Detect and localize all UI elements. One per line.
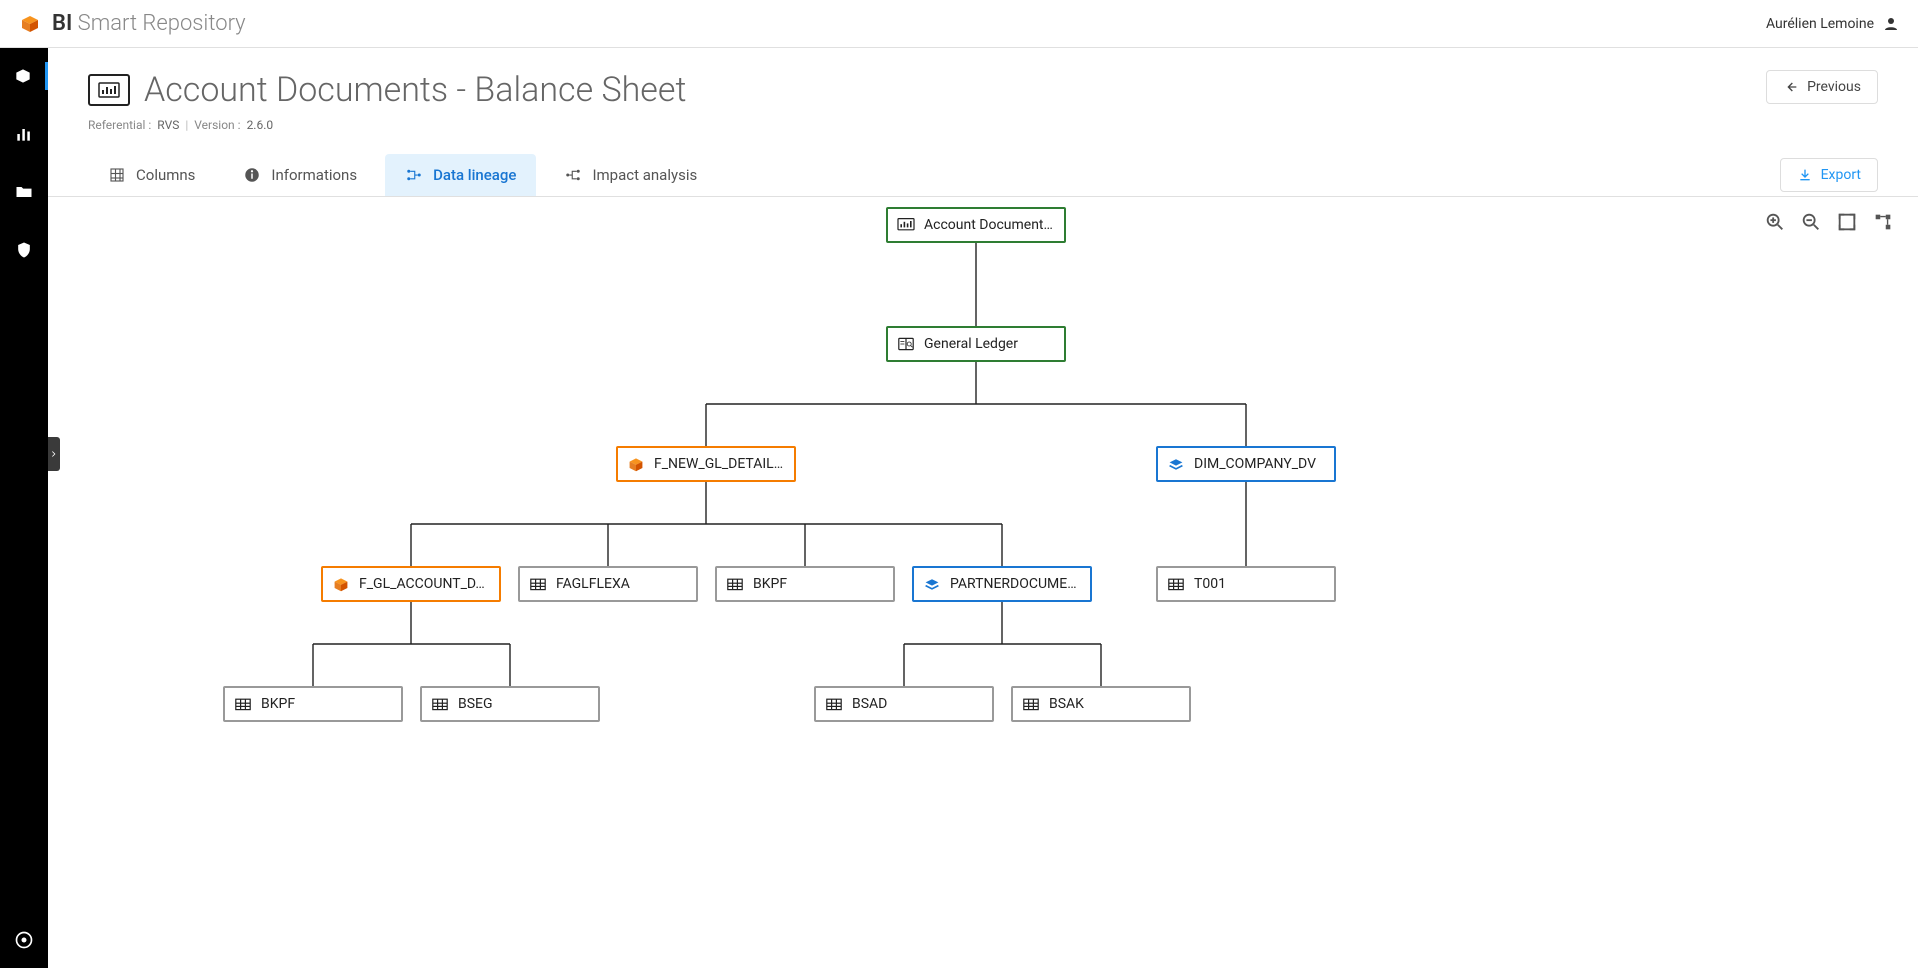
node-type-cube-icon xyxy=(626,456,646,472)
node-label: T001 xyxy=(1194,576,1326,592)
node-label: BKPF xyxy=(261,696,393,712)
node-gl[interactable]: General Ledger xyxy=(886,326,1066,362)
node-type-table-icon xyxy=(1166,576,1186,592)
footer-logo-icon xyxy=(14,930,34,950)
page-title-row: Account Documents - Balance Sheet xyxy=(88,70,686,110)
node-t001[interactable]: T001 xyxy=(1156,566,1336,602)
node-label: DIM_COMPANY_DV xyxy=(1194,456,1326,472)
node-label: BSAD xyxy=(852,696,984,712)
node-label: BSAK xyxy=(1049,696,1181,712)
tab-informations[interactable]: Informations xyxy=(223,154,377,196)
shield-icon xyxy=(14,240,34,260)
impact-icon xyxy=(564,166,582,184)
fit-button[interactable] xyxy=(1836,211,1858,233)
node-type-layer-icon xyxy=(1166,456,1186,472)
node-bsak[interactable]: BSAK xyxy=(1011,686,1191,722)
page-title: Account Documents - Balance Sheet xyxy=(144,70,686,110)
tab-impact-analysis[interactable]: Impact analysis xyxy=(544,154,717,196)
tree-icon xyxy=(1872,211,1894,233)
tree-toggle-button[interactable] xyxy=(1872,211,1894,233)
export-button-label: Export xyxy=(1821,167,1861,183)
user-name: Aurélien Lemoine xyxy=(1766,16,1874,32)
side-nav xyxy=(0,48,48,968)
node-bkpf1[interactable]: BKPF xyxy=(715,566,895,602)
zoom-in-icon xyxy=(1764,211,1786,233)
node-f_gl_acct[interactable]: F_GL_ACCOUNT_D… xyxy=(321,566,501,602)
referential-label: Referential : xyxy=(88,118,151,132)
tab-data-lineage[interactable]: Data lineage xyxy=(385,154,536,196)
bar-chart-icon xyxy=(14,124,34,144)
page-meta: Referential : RVS | Version : 2.6.0 xyxy=(88,118,686,132)
node-label: General Ledger xyxy=(924,336,1056,352)
canvas-toolbar xyxy=(1764,211,1894,233)
node-bsad[interactable]: BSAD xyxy=(814,686,994,722)
nav-shield[interactable] xyxy=(0,236,48,264)
previous-button-label: Previous xyxy=(1807,79,1861,95)
nav-cube[interactable] xyxy=(0,62,48,90)
node-type-table-icon xyxy=(824,696,844,712)
download-icon xyxy=(1797,167,1813,183)
tab-label: Columns xyxy=(136,166,195,184)
node-partnerdoc[interactable]: PARTNERDOCUME… xyxy=(912,566,1092,602)
zoom-out-button[interactable] xyxy=(1800,211,1822,233)
fit-icon xyxy=(1836,211,1858,233)
node-label: BKPF xyxy=(753,576,885,592)
nav-footer-logo[interactable] xyxy=(0,926,48,954)
referential-value: RVS xyxy=(157,118,179,132)
node-type-table-icon xyxy=(1021,696,1041,712)
node-dim_company[interactable]: DIM_COMPANY_DV xyxy=(1156,446,1336,482)
node-bseg[interactable]: BSEG xyxy=(420,686,600,722)
user-menu[interactable]: Aurélien Lemoine xyxy=(1766,15,1900,33)
export-button[interactable]: Export xyxy=(1780,158,1878,192)
zoom-out-icon xyxy=(1800,211,1822,233)
node-type-table-icon xyxy=(528,576,548,592)
zoom-in-button[interactable] xyxy=(1764,211,1786,233)
brand: BI Smart Repository xyxy=(18,11,246,36)
node-label: F_GL_ACCOUNT_D… xyxy=(359,576,491,592)
nav-chart[interactable] xyxy=(0,120,48,148)
tabs: Columns Informations Data lineage Impact an… xyxy=(88,154,717,196)
folder-icon xyxy=(14,182,34,202)
node-type-cube-icon xyxy=(331,576,351,592)
grid-icon xyxy=(108,166,126,184)
node-type-report-icon xyxy=(896,217,916,233)
report-icon xyxy=(88,74,130,106)
previous-button[interactable]: Previous xyxy=(1766,70,1878,104)
topbar: BI Smart Repository Aurélien Lemoine xyxy=(0,0,1918,48)
node-label: Account Document… xyxy=(924,217,1056,233)
person-icon xyxy=(1882,15,1900,33)
node-label: F_NEW_GL_DETAIL… xyxy=(654,456,786,472)
node-type-table-icon xyxy=(725,576,745,592)
lineage-icon xyxy=(405,166,423,184)
node-type-table-icon xyxy=(430,696,450,712)
info-icon xyxy=(243,166,261,184)
brand-logo-icon xyxy=(18,12,42,36)
version-label: Version : xyxy=(194,118,240,132)
tab-label: Impact analysis xyxy=(592,166,697,184)
arrow-left-icon xyxy=(1783,79,1799,95)
lineage-canvas[interactable]: Account Document… General Ledger F_NEW_GL_… xyxy=(48,197,1918,968)
tab-label: Data lineage xyxy=(433,166,516,184)
node-bkpf2[interactable]: BKPF xyxy=(223,686,403,722)
node-label: BSEG xyxy=(458,696,590,712)
tab-label: Informations xyxy=(271,166,357,184)
brand-text: BI Smart Repository xyxy=(52,11,246,36)
node-type-table-icon xyxy=(233,696,253,712)
nav-folder[interactable] xyxy=(0,178,48,206)
node-f_new_gl[interactable]: F_NEW_GL_DETAIL… xyxy=(616,446,796,482)
cube-icon xyxy=(13,66,33,86)
node-faglflexa[interactable]: FAGLFLEXA xyxy=(518,566,698,602)
node-label: FAGLFLEXA xyxy=(556,576,688,592)
node-root[interactable]: Account Document… xyxy=(886,207,1066,243)
tab-columns[interactable]: Columns xyxy=(88,154,215,196)
node-type-book-icon xyxy=(896,336,916,352)
node-label: PARTNERDOCUME… xyxy=(950,576,1082,592)
node-type-layer-icon xyxy=(922,576,942,592)
version-value: 2.6.0 xyxy=(247,118,274,132)
